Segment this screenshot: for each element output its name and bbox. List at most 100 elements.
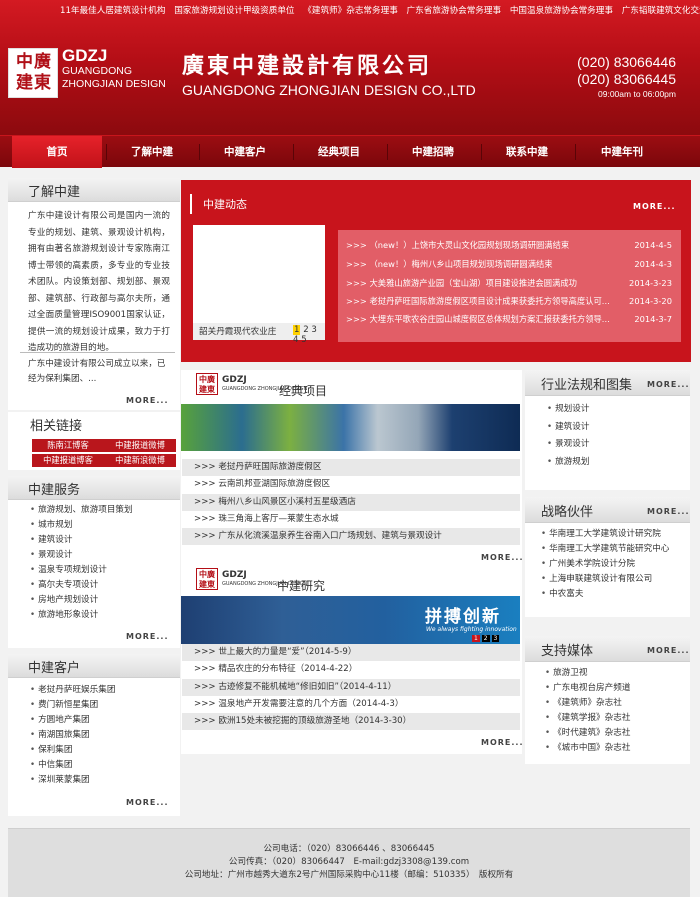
- news-item-title[interactable]: >>> 老挝丹萨旺国际旅游度假区项目设计成果获委托方领导高度认可...: [346, 296, 610, 306]
- news-item-title[interactable]: >>> 大美雅山旅游产业园（宝山湖）项目建设推进会圆满成功: [346, 278, 577, 288]
- link-button[interactable]: 陈南江博客: [32, 439, 104, 452]
- page-5[interactable]: 5: [301, 335, 306, 345]
- list-item[interactable]: 旅游规划、旅游项目策划: [30, 503, 133, 518]
- research-item[interactable]: >>> 古迹修复不能机械地“修旧如旧”（2014-4-11）: [182, 679, 520, 696]
- nav-contact[interactable]: 联系中建: [482, 136, 572, 168]
- research-banner-image[interactable]: 拼搏创新 We always fighting innovation 1 2 3: [181, 596, 520, 644]
- page-2[interactable]: 2: [481, 635, 490, 642]
- nav-annual[interactable]: 中建年刊: [577, 136, 667, 168]
- ticker-item[interactable]: 中国温泉旅游协会常务理事: [510, 6, 613, 16]
- list-item[interactable]: 建筑设计: [30, 533, 133, 548]
- list-item[interactable]: 规划设计: [547, 401, 589, 419]
- link-button[interactable]: 中建报道微博: [104, 439, 176, 452]
- list-item[interactable]: 房地产规划设计: [30, 593, 133, 608]
- news-item-date: 2014-3-20: [629, 296, 672, 306]
- list-item[interactable]: 广东电视台房产频道: [545, 681, 630, 696]
- nav-projects[interactable]: 经典项目: [294, 136, 384, 168]
- clients-more-link[interactable]: MORE...: [126, 798, 169, 807]
- page-4[interactable]: 4: [293, 335, 298, 345]
- list-item[interactable]: 南湖国旅集团: [30, 728, 115, 743]
- list-item[interactable]: 《建筑师》杂志社: [545, 696, 630, 711]
- news-item[interactable]: >>> 老挝丹萨旺国际旅游度假区项目设计成果获委托方领导高度认可... 2014-…: [346, 293, 682, 309]
- project-item[interactable]: >>> 珠三角海上客厅—莱蒙生态水城: [182, 511, 520, 528]
- ticker-item[interactable]: 国家旅游规划设计甲级资质单位: [174, 6, 294, 16]
- news-item[interactable]: >>> （new！）梅州八乡山项目规划现场调研圆满结束 2014-4-3: [346, 256, 682, 272]
- project-item[interactable]: >>> 云南凯邦亚湖国际旅游度假区: [182, 476, 520, 493]
- partners-more-link[interactable]: MORE...: [647, 507, 690, 516]
- research-more-link[interactable]: MORE...: [481, 738, 524, 747]
- banner-slogan: 拼搏创新: [425, 607, 501, 627]
- news-more-link[interactable]: MORE...: [633, 202, 676, 211]
- list-item[interactable]: 温泉专项规划设计: [30, 563, 133, 578]
- phone-1: (020) 83066446: [577, 54, 676, 70]
- list-item[interactable]: 中农富夫: [541, 587, 669, 602]
- research-item[interactable]: >>> 欧洲15处未被挖掘的顶级旅游圣地（2014-3-30）: [182, 713, 520, 730]
- list-item[interactable]: 广州美术学院设计分院: [541, 557, 669, 572]
- news-image[interactable]: [193, 225, 325, 323]
- footer-phone: 公司电话：（020）83066446 、83066445: [263, 844, 435, 854]
- services-more-link[interactable]: MORE...: [126, 632, 169, 641]
- list-item[interactable]: 深圳莱蒙集团: [30, 773, 115, 788]
- header: 11年最佳人居建筑设计机构 国家旅游规划设计甲级资质单位 《建筑师》杂志常务理事…: [0, 0, 700, 135]
- ticker-item[interactable]: 广东省旅游协会常务理事: [407, 6, 502, 16]
- logo-line-2: ZHONGJIAN DESIGN: [62, 78, 166, 90]
- news-item[interactable]: >>> （new！）上饶市大灵山文化园规划现场调研圆满结束 2014-4-5: [346, 237, 682, 253]
- ticker-item[interactable]: 广东韬联建筑文化交流中: [622, 6, 700, 16]
- nav-home[interactable]: 首页: [12, 136, 102, 168]
- logo-mark: 中廣建東: [16, 52, 52, 93]
- media-title: 支持媒体: [541, 644, 594, 659]
- research-item[interactable]: >>> 精品农庄的分布特征（2014-4-22）: [182, 661, 520, 678]
- list-item[interactable]: 《时代建筑》杂志社: [545, 726, 630, 741]
- research-item[interactable]: >>> 温泉地产开发需要注意的几个方面（2014-4-3）: [182, 696, 520, 713]
- list-item[interactable]: 旅游规划: [547, 454, 589, 472]
- page-2[interactable]: 2: [303, 325, 308, 335]
- news-item-title[interactable]: >>> （new！）梅州八乡山项目规划现场调研圆满结束: [346, 259, 553, 269]
- list-item[interactable]: 《建筑学报》杂志社: [545, 711, 630, 726]
- list-item[interactable]: 华南理工大学建筑设计研究院: [541, 527, 669, 542]
- list-item[interactable]: 高尔夫专项设计: [30, 578, 133, 593]
- list-item[interactable]: 保利集团: [30, 743, 115, 758]
- project-item[interactable]: >>> 老挝丹萨旺国际旅游度假区: [182, 459, 520, 476]
- list-item[interactable]: 《城市中国》杂志社: [545, 741, 630, 756]
- nav-recruit[interactable]: 中建招聘: [388, 136, 478, 168]
- list-item[interactable]: 上海申联建筑设计有限公司: [541, 572, 669, 587]
- news-item[interactable]: >>> 大美雅山旅游产业园（宝山湖）项目建设推进会圆满成功 2014-3-23: [346, 275, 682, 291]
- list-item[interactable]: 方圆地产集团: [30, 713, 115, 728]
- list-item[interactable]: 城市规划: [30, 518, 133, 533]
- list-item[interactable]: 景观设计: [547, 436, 589, 454]
- list-item[interactable]: 华南理工大学建筑节能研究中心: [541, 542, 669, 557]
- list-item[interactable]: 景观设计: [30, 548, 133, 563]
- announcement-ticker: 11年最佳人居建筑设计机构 国家旅游规划设计甲级资质单位 《建筑师》杂志常务理事…: [60, 4, 700, 18]
- news-item[interactable]: >>> 大埋东平歌农谷庄园山城度假区总体规划方案汇报获委托方领导... 2014-…: [346, 311, 682, 327]
- projects-banner-image[interactable]: [181, 404, 520, 451]
- news-item-title[interactable]: >>> （new！）上饶市大灵山文化园规划现场调研圆满结束: [346, 240, 569, 250]
- news-item-title[interactable]: >>> 大埋东平歌农谷庄园山城度假区总体规划方案汇报获委托方领导...: [346, 314, 610, 324]
- nav-about[interactable]: 了解中建: [107, 136, 197, 168]
- link-button[interactable]: 中建新浪微博: [104, 454, 176, 467]
- logo[interactable]: 中廣建東: [8, 48, 58, 98]
- list-item[interactable]: 费门新恒星集团: [30, 698, 115, 713]
- laws-more-link[interactable]: MORE...: [647, 380, 690, 389]
- page-3[interactable]: 3: [491, 635, 500, 642]
- ticker-item[interactable]: 《建筑师》杂志常务理事: [303, 6, 398, 16]
- list-item[interactable]: 旅游地形象设计: [30, 608, 133, 623]
- media-more-link[interactable]: MORE...: [647, 646, 690, 655]
- list-item[interactable]: 建筑设计: [547, 419, 589, 437]
- ticker-item[interactable]: 11年最佳人居建筑设计机构: [60, 6, 165, 16]
- news-item-date: 2014-4-5: [634, 240, 672, 250]
- nav-clients[interactable]: 中建客户: [200, 136, 290, 168]
- project-item[interactable]: >>> 梅州八乡山风景区小溪村五星级酒店: [182, 494, 520, 511]
- link-button[interactable]: 中建报道博客: [32, 454, 104, 467]
- research-item[interactable]: >>> 世上最大的力量是“爱”（2014-5-9）: [182, 644, 520, 661]
- company-name-zh: 廣東中建設計有限公司: [182, 53, 433, 79]
- list-item[interactable]: 中信集团: [30, 758, 115, 773]
- banner-slogan-en: We always fighting innovation: [426, 626, 517, 633]
- projects-more-link[interactable]: MORE...: [481, 553, 524, 562]
- page-1[interactable]: 1: [472, 635, 480, 642]
- list-item[interactable]: 老挝丹萨旺娱乐集团: [30, 683, 115, 698]
- project-item[interactable]: >>> 广东从化流溪温泉养生谷南入口广场规划、建筑与景观设计: [182, 528, 520, 545]
- about-more-link[interactable]: MORE...: [126, 396, 169, 405]
- list-item[interactable]: 旅游卫视: [545, 666, 630, 681]
- page-1[interactable]: 1: [293, 325, 301, 335]
- page-3[interactable]: 3: [311, 325, 316, 335]
